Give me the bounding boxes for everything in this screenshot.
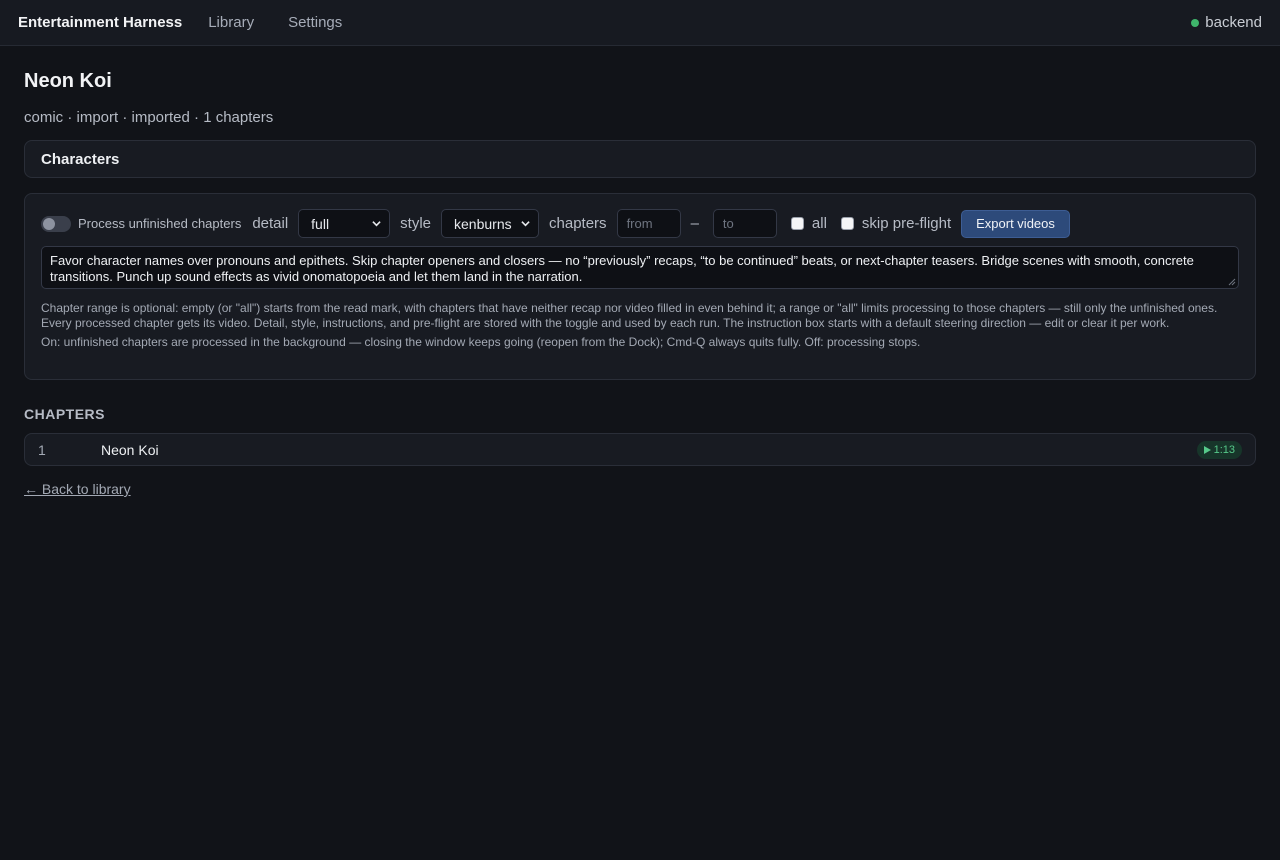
detail-select-value: full — [311, 215, 330, 232]
chapter-from-input[interactable]: from — [616, 209, 681, 238]
chapter-to-input[interactable]: to — [712, 209, 777, 238]
page-title: Neon Koi — [24, 70, 112, 92]
process-toggle[interactable] — [41, 215, 71, 232]
style-select-value: kenburns — [454, 215, 512, 232]
style-label: style — [400, 215, 432, 232]
app-brand[interactable]: Entertainment Harness — [18, 14, 182, 31]
characters-heading: Characters — [41, 150, 120, 168]
instructions-textarea[interactable]: Favor character names over pronouns and … — [41, 246, 1239, 289]
range-dash: – — [690, 215, 699, 232]
chapter-row[interactable]: 1 Neon Koi 1:13 — [24, 433, 1256, 466]
chapter-from-placeholder: from — [626, 216, 653, 231]
all-label[interactable]: all — [812, 215, 827, 232]
resize-handle-icon[interactable] — [1228, 278, 1236, 286]
play-icon — [1203, 445, 1211, 454]
backend-status-label: backend — [1205, 14, 1262, 31]
status-dot-icon — [1191, 18, 1200, 27]
video-duration-badge[interactable]: 1:13 — [1196, 440, 1242, 459]
skip-preflight-checkbox[interactable] — [840, 217, 854, 230]
toggle-knob — [43, 217, 55, 230]
detail-select[interactable]: full — [298, 209, 391, 238]
chapters-heading: CHAPTERS — [24, 406, 106, 422]
characters-section[interactable]: Characters — [24, 140, 1256, 178]
skip-preflight-label[interactable]: skip pre-flight — [862, 215, 951, 232]
backend-status: backend — [1191, 14, 1262, 31]
export-videos-button[interactable]: Export videos — [961, 209, 1070, 238]
chapter-to-placeholder: to — [722, 216, 734, 231]
chapter-range-help: Chapter range is optional: empty (or "al… — [41, 301, 1218, 330]
instructions-text: Favor character names over pronouns and … — [50, 253, 1194, 284]
chapter-title: Neon Koi — [101, 441, 159, 458]
process-panel: Process unfinished chapters detail full … — [24, 193, 1256, 380]
export-videos-label: Export videos — [976, 216, 1055, 231]
chevron-down-icon — [372, 221, 381, 227]
video-duration: 1:13 — [1213, 443, 1235, 456]
style-select[interactable]: kenburns — [441, 209, 540, 238]
main-content: Neon Koi comic · import · imported · 1 c… — [0, 46, 1280, 499]
chevron-down-icon — [521, 221, 530, 227]
chapters-range-label: chapters — [549, 215, 607, 232]
nav-link-settings[interactable]: Settings — [288, 14, 342, 31]
process-toggle-label: Process unfinished chapters — [78, 216, 242, 231]
chapter-number: 1 — [38, 441, 46, 458]
process-controls: Process unfinished chapters detail full … — [41, 209, 1239, 238]
all-checkbox[interactable] — [790, 217, 804, 230]
nav-link-library[interactable]: Library — [208, 14, 254, 31]
toggle-help: On: unfinished chapters are processed in… — [41, 335, 921, 349]
back-to-library-link[interactable]: ← Back to library — [24, 481, 131, 497]
detail-label: detail — [252, 215, 289, 232]
top-nav-bar: Entertainment Harness Library Settings b… — [0, 0, 1280, 46]
work-meta: comic · import · imported · 1 chapters — [24, 109, 274, 126]
